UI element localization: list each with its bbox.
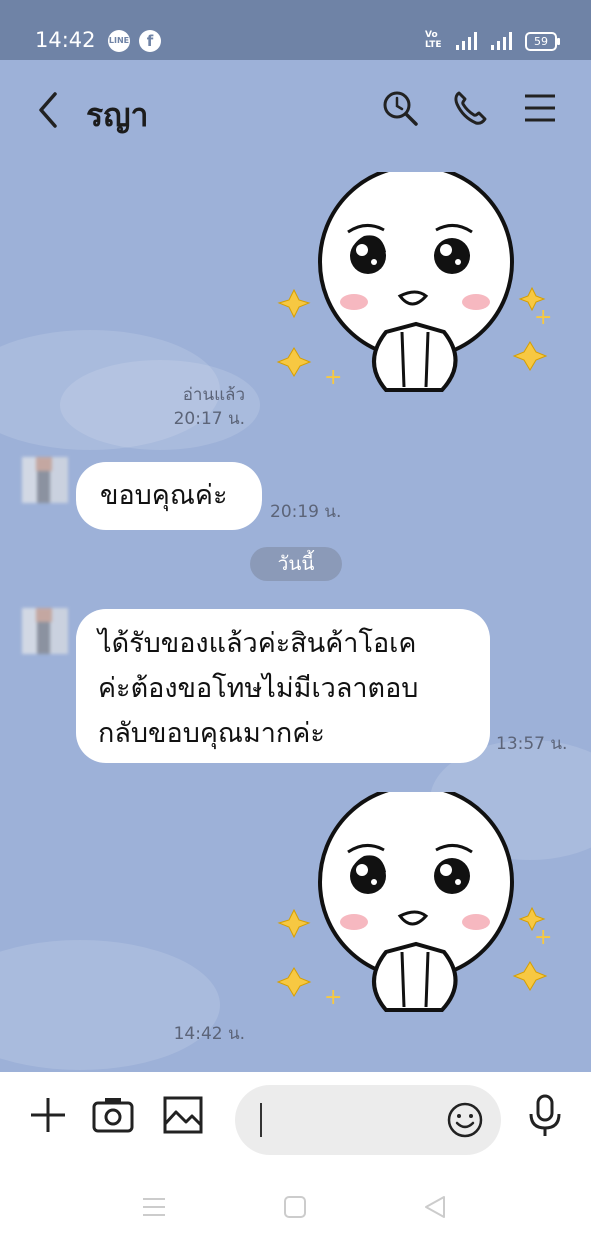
- image-icon[interactable]: [160, 1092, 206, 1138]
- status-time: 14:42: [35, 28, 96, 52]
- message-toolbar: [0, 1072, 591, 1167]
- nav-home-icon[interactable]: [282, 1194, 308, 1220]
- search-icon[interactable]: [380, 88, 420, 128]
- facebook-icon: f: [139, 30, 161, 52]
- volte-icon: Vo LTE: [425, 30, 442, 50]
- chat-bubble-received[interactable]: ได้รับของแล้วค่ะสินค้าโอเค ค่ะต้องขอโทษไ…: [76, 609, 490, 763]
- nav-back-icon[interactable]: [422, 1194, 448, 1220]
- chat-contact-name: รญา: [86, 96, 149, 134]
- message-meta: อ่านแล้ว 20:17 น.: [160, 383, 245, 431]
- text-caret: [260, 1103, 262, 1137]
- contact-avatar[interactable]: [22, 608, 68, 654]
- message-time: 20:19 น.: [270, 502, 342, 522]
- signal-icon-2: [491, 32, 517, 50]
- microphone-icon[interactable]: [522, 1092, 568, 1138]
- moon-sticker[interactable]: + +: [276, 172, 566, 432]
- message-time: 14:42 น.: [173, 1024, 245, 1044]
- signal-icon-1: [456, 32, 482, 50]
- contact-avatar[interactable]: [22, 457, 68, 503]
- menu-icon[interactable]: [520, 88, 560, 128]
- plus-icon[interactable]: [25, 1092, 71, 1138]
- status-bar: 14:42 LINE f Vo LTE 59: [0, 0, 591, 60]
- message-time: 20:17 น.: [173, 409, 245, 429]
- nav-recents-icon[interactable]: [140, 1195, 168, 1219]
- emoji-icon[interactable]: [446, 1101, 484, 1139]
- date-divider: วันนี้: [250, 547, 342, 581]
- svg-text:+: +: [324, 985, 342, 1010]
- line-app-icon: LINE: [108, 30, 130, 52]
- svg-text:+: +: [534, 925, 552, 950]
- battery-icon: 59: [525, 32, 560, 51]
- system-nav-bar: [0, 1167, 591, 1247]
- read-receipt: อ่านแล้ว: [182, 385, 245, 405]
- svg-text:+: +: [324, 365, 342, 390]
- phone-icon[interactable]: [450, 88, 490, 128]
- back-arrow-icon[interactable]: [33, 88, 67, 132]
- svg-text:+: +: [534, 305, 552, 330]
- message-input[interactable]: [235, 1085, 501, 1155]
- camera-icon[interactable]: [90, 1092, 136, 1138]
- moon-sticker[interactable]: + +: [276, 792, 566, 1052]
- chat-area[interactable]: รญา + + อ่านแล้ว 20:17 น. ขอบคุณค่ะ 20:1…: [0, 60, 591, 1072]
- chat-bubble-received[interactable]: ขอบคุณค่ะ: [76, 462, 262, 530]
- message-time: 13:57 น.: [496, 734, 568, 754]
